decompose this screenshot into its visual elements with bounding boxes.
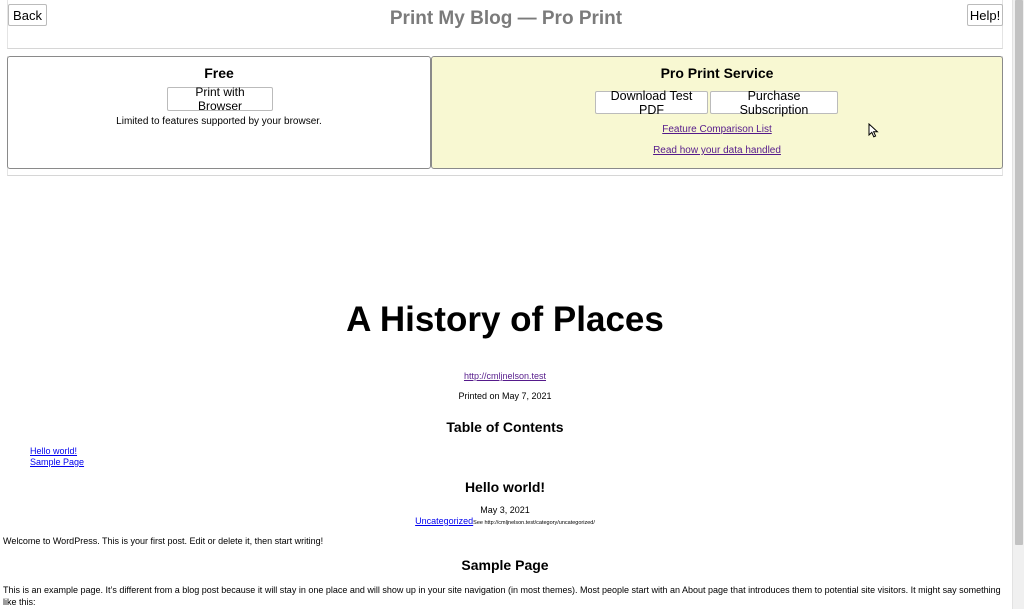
page-scrollbar[interactable]	[1012, 0, 1024, 609]
sample-page-body: This is an example page. It’s different …	[3, 585, 1001, 607]
print-with-browser-button[interactable]: Print with Browser	[167, 85, 273, 113]
site-url-link[interactable]: http://cmljnelson.test	[0, 371, 1010, 381]
pro-print-panel: Pro Print Service Download Test PDF Purc…	[431, 56, 1003, 169]
purchase-subscription-button[interactable]: Purchase Subscription	[710, 89, 838, 117]
scrollbar-thumb[interactable]	[1015, 0, 1023, 545]
category-see-note: See http://cmljnelson.test/category/unca…	[473, 520, 595, 526]
pro-panel-title: Pro Print Service	[660, 65, 774, 81]
download-test-pdf-button[interactable]: Download Test PDF	[595, 89, 708, 117]
post-body: Welcome to WordPress. This is your first…	[3, 536, 324, 546]
category-link[interactable]: Uncategorized	[415, 516, 473, 526]
toc-title: Table of Contents	[446, 419, 564, 435]
post-title: Hello world!	[464, 479, 546, 495]
feature-comparison-link[interactable]: Feature Comparison List	[432, 124, 1002, 135]
data-handling-link[interactable]: Read how your data handled	[432, 145, 1002, 156]
post-date: May 3, 2021	[480, 505, 530, 515]
toc-item-sample-page[interactable]: Sample Page	[30, 457, 84, 468]
free-panel-note: Limited to features supported by your br…	[116, 116, 322, 127]
toc-item-hello-world[interactable]: Hello world!	[30, 446, 84, 457]
free-panel-title: Free	[204, 65, 234, 81]
document-title: A History of Places	[346, 300, 664, 339]
back-button[interactable]: Back	[8, 4, 47, 26]
help-button[interactable]: Help!	[967, 4, 1003, 26]
page-heading: Print My Blog — Pro Print	[389, 8, 623, 29]
free-print-panel: Free Print with Browser Limited to featu…	[7, 56, 431, 169]
mouse-pointer-icon	[868, 123, 879, 138]
printed-on-date: Printed on May 7, 2021	[458, 391, 552, 401]
toc-list: Hello world! Sample Page	[30, 446, 84, 468]
sample-page-title: Sample Page	[461, 557, 549, 573]
post-categories: UncategorizedSee http://cmljnelson.test/…	[0, 516, 1010, 526]
